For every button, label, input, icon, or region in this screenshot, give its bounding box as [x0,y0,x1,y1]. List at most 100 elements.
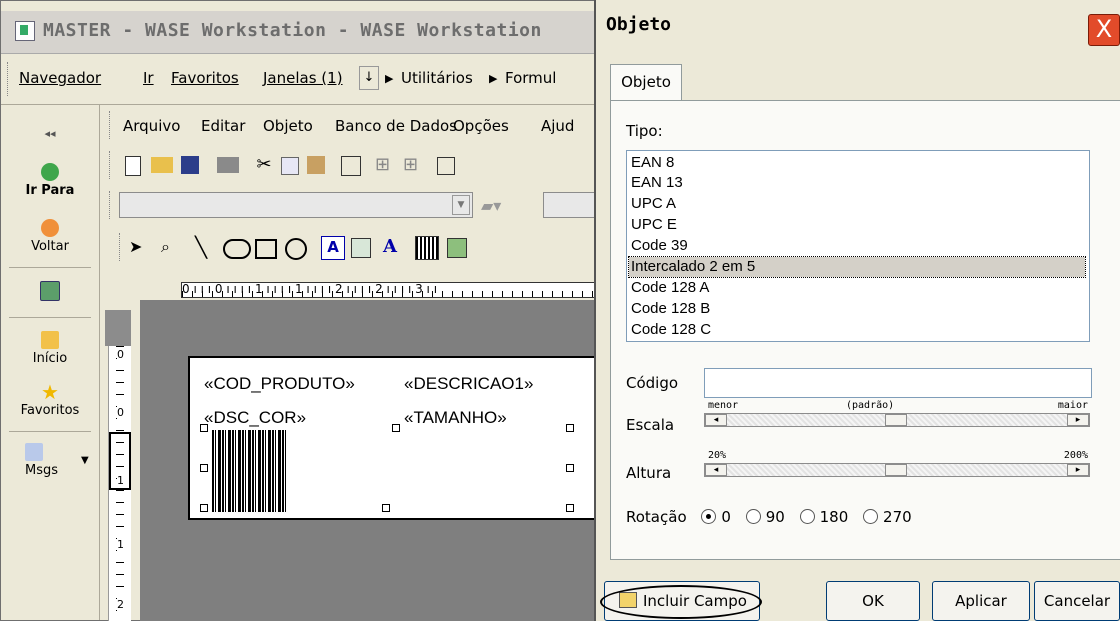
editor-menubar: Arquivo Editar Objeto Banco de Dados Opç… [101,105,599,145]
slider-right-arrow-icon[interactable]: ▸ [1067,414,1089,426]
selection-handle[interactable] [200,464,208,472]
selection-handle[interactable] [392,424,400,432]
rounded-rect-tool-icon[interactable] [223,239,251,259]
picture-tool-icon[interactable] [447,238,467,258]
envelope-icon [25,443,43,461]
menu-banco-de-dados[interactable]: Banco de Dados [335,117,457,135]
menu-ajuda[interactable]: Ajud [541,117,574,135]
menu-opcoes[interactable]: Opções [453,117,509,135]
copy-icon[interactable] [281,157,299,175]
ruler-mark: 0 [117,406,124,419]
open-folder-icon[interactable] [151,157,173,173]
list-item[interactable]: Code 128 C [629,320,1085,340]
save-icon[interactable] [181,156,199,174]
selection-handle[interactable] [566,464,574,472]
radio-rotacao-270[interactable] [863,509,879,524]
list-item[interactable]: UPC A [629,194,1085,214]
group-icon[interactable] [437,157,455,175]
font-combo[interactable]: ▼ [119,192,473,218]
close-button[interactable]: X [1088,14,1120,46]
list-item[interactable]: EAN 13 [629,173,1085,193]
menu-favoritos[interactable]: Favoritos [171,69,239,87]
list-item-selected[interactable]: Intercalado 2 em 5 [628,256,1086,278]
cancelar-button[interactable]: Cancelar [1034,581,1120,621]
menu-ir[interactable]: Ir [143,69,154,87]
font-text-icon[interactable]: A [383,236,405,258]
nav-label: Início [32,351,68,366]
distribute-icon[interactable]: ⊞ [403,154,425,176]
radio-rotacao-180[interactable] [799,509,815,524]
selection-handle[interactable] [200,424,208,432]
selection-handle[interactable] [566,504,574,512]
menu-utilitarios[interactable]: Utilitários [401,69,473,87]
list-item[interactable]: EAN 8 [629,153,1085,173]
go-arrow-icon [41,163,59,181]
selection-handle[interactable] [200,504,208,512]
radio-label: 180 [819,508,849,526]
nav-inicio[interactable]: Início [1,331,99,366]
list-item[interactable]: Code 39 [629,236,1085,256]
refresh-button[interactable] [1,281,99,303]
print-icon[interactable] [217,157,239,173]
ellipse-tool-icon[interactable] [285,238,307,260]
menu-formul[interactable]: Formul [505,69,556,87]
size-combo[interactable] [543,192,599,218]
separator [9,317,91,318]
aplicar-button[interactable]: Aplicar [932,581,1030,621]
nav-ir-para[interactable]: Ir Para [1,163,99,198]
image-field-icon[interactable] [351,238,371,258]
escala-slider[interactable]: menor (padrão) maior ◂ ▸ [704,400,1092,430]
altura-slider[interactable]: 20% 200% ◂ ▸ [704,450,1092,480]
tab-objeto[interactable]: Objeto [610,64,682,100]
cut-icon[interactable]: ✂ [253,154,275,176]
collapse-button[interactable]: ◂◂ [1,127,99,140]
down-arrow-icon[interactable]: ↓ [359,66,379,90]
dialog-title: Objeto [606,14,672,35]
properties-icon[interactable] [341,156,361,176]
ruler-scale: 0 ı ı ı 0 ı ı ı ı 1 ı ı ı ı 1 ı ı ı ı 2 … [181,282,599,298]
codigo-input[interactable] [704,368,1092,398]
printer-combo-icon[interactable]: ▰▾ [481,196,503,218]
tipo-listbox[interactable]: EAN 8 EAN 13 UPC A UPC E Code 39 Interca… [626,150,1090,342]
nav-favoritos[interactable]: ★ Favoritos [1,382,99,418]
menu-arquivo[interactable]: Arquivo [123,117,180,135]
line-tool-icon[interactable]: ╲ [195,236,217,258]
field-tamanho[interactable]: «TAMANHO» [404,408,507,428]
nav-msgs[interactable]: Msgs ▼ [1,443,99,478]
field-cod-produto[interactable]: «COD_PRODUTO» [204,374,355,394]
pointer-icon[interactable]: ➤ [129,236,151,258]
paste-icon[interactable] [307,156,325,174]
dropdown-arrow-icon[interactable]: ▼ [452,195,470,215]
slider-left-arrow-icon[interactable]: ◂ [705,464,727,476]
barcode-object[interactable] [212,430,286,512]
nav-label: Favoritos [20,403,80,418]
menu-navegador[interactable]: Navegador [19,69,101,87]
radio-rotacao-0[interactable] [701,509,717,524]
selection-handle[interactable] [566,424,574,432]
list-item[interactable]: Code 128 B [629,299,1085,319]
menu-janelas[interactable]: Janelas (1) [263,69,343,87]
field-dsc-cor[interactable]: «DSC_COR» [204,408,306,428]
slider-left-arrow-icon[interactable]: ◂ [705,414,727,426]
new-file-icon[interactable] [125,156,141,176]
dropdown-arrow-icon[interactable]: ▼ [81,455,89,466]
incluir-campo-button[interactable]: Incluir Campo [604,581,760,621]
slider-thumb[interactable] [885,414,907,426]
list-item[interactable]: UPC E [629,215,1085,235]
barcode-tool-icon[interactable] [415,236,439,260]
zoom-icon[interactable]: ⌕ [161,236,183,258]
slider-thumb[interactable] [885,464,907,476]
radio-rotacao-90[interactable] [745,509,761,524]
nav-voltar[interactable]: Voltar [1,219,99,254]
ok-button[interactable]: OK [826,581,920,621]
add-field-icon [619,592,637,608]
rectangle-tool-icon[interactable] [255,239,277,259]
text-tool-icon[interactable]: A [321,236,345,260]
menu-objeto[interactable]: Objeto [263,117,313,135]
align-icon[interactable]: ⊞ [375,154,397,176]
field-descricao[interactable]: «DESCRICAO1» [404,374,533,394]
list-item[interactable]: Code 128 A [629,278,1085,298]
selection-handle[interactable] [382,504,390,512]
menu-editar[interactable]: Editar [201,117,245,135]
slider-right-arrow-icon[interactable]: ▸ [1067,464,1089,476]
